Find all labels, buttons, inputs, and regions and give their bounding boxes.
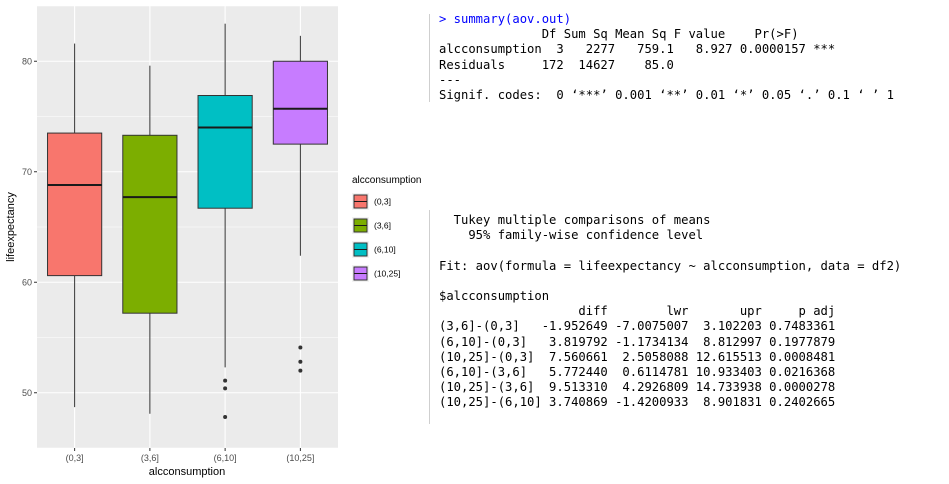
x-tick-label: (3,6] [141, 453, 159, 463]
console-line: > summary(aov.out) [439, 12, 572, 26]
console-line: Fit: aov(formula = lifeexpectancy ~ alcc… [439, 258, 902, 273]
x-axis: (0,3] (3,6] (6,10] (10,25] [66, 448, 314, 463]
x-axis-title: alcconsumption [149, 466, 225, 478]
legend-item: (0,3] [352, 193, 391, 210]
legend-title: alcconsumption [352, 175, 421, 186]
outlier-point [223, 378, 228, 383]
outlier-point [223, 386, 228, 391]
outlier-point [298, 345, 303, 350]
console-line: (3,6]-(0,3] -1.952649 -7.0075007 3.10220… [439, 319, 836, 334]
legend-item: (6,10] [352, 241, 396, 258]
legend-item: (3,6] [352, 217, 391, 234]
box [272, 60, 328, 145]
console-line: alcconsumption 3 2277 759.1 8.927 0.0000… [439, 42, 836, 57]
x-tick-label: (6,10] [214, 453, 237, 463]
console-aov-output: > summary(aov.out) Df Sum Sq Mean Sq F v… [439, 12, 894, 103]
console-line: Tukey multiple comparisons of means [439, 213, 711, 227]
console-line: diff lwr upr p adj [439, 304, 836, 319]
y-tick-label: 50 [22, 388, 32, 398]
console-line: (10,25]-(6,10] 3.740869 -1.4200933 8.901… [439, 395, 836, 410]
box [197, 95, 253, 209]
outlier-point [298, 359, 303, 364]
console-line: Df Sum Sq Mean Sq F value Pr(>F) [439, 27, 828, 42]
console-line: Residuals 172 14627 85.0 [439, 57, 836, 72]
legend-label: (0,3] [374, 197, 391, 207]
console-line: 95% family-wise confidence level [439, 228, 704, 243]
legend-label: (3,6] [374, 221, 391, 231]
legend-label: (6,10] [374, 245, 396, 255]
y-axis-title: lifeexpectancy [5, 192, 17, 262]
y-tick-label: 70 [22, 167, 32, 177]
x-tick-label: (0,3] [66, 453, 84, 463]
console-line: (6,10]-(3,6] 5.772440 0.6114781 10.93340… [439, 365, 836, 380]
y-tick-label: 80 [22, 56, 32, 66]
console-divider-bottom [429, 210, 430, 424]
console-tukey-output: Tukey multiple comparisons of means 95% … [439, 213, 901, 411]
console-line: --- [439, 72, 462, 87]
console-line: Signif. codes: 0 ‘***’ 0.001 ‘**’ 0.01 ‘… [439, 88, 894, 103]
console-line: (6,10]-(0,3] 3.819792 -1.1734134 8.81299… [439, 334, 836, 349]
console-line: $alcconsumption [439, 289, 550, 304]
y-axis: 50 60 70 80 [22, 56, 37, 398]
outlier-point [298, 368, 303, 373]
legend-label: (10,25] [374, 269, 400, 279]
legend: alcconsumption (0,3] (3,6] (6,10] (10,25] [352, 175, 421, 282]
box [122, 134, 178, 314]
box [47, 132, 103, 277]
x-tick-label: (10,25] [286, 453, 314, 463]
legend-item: (10,25] [352, 265, 400, 282]
outlier-point [223, 415, 228, 420]
y-tick-label: 60 [22, 277, 32, 287]
console-divider-top [429, 14, 430, 102]
console-line: (10,25]-(0,3] 7.560661 2.5058088 12.6155… [439, 349, 836, 364]
console-line: (10,25]-(3,6] 9.513310 4.2926809 14.7339… [439, 380, 836, 395]
boxplot-chart: 50 60 70 80 (0,3] (3,6] (6,10] (10,25] alccons… [5, 5, 421, 478]
